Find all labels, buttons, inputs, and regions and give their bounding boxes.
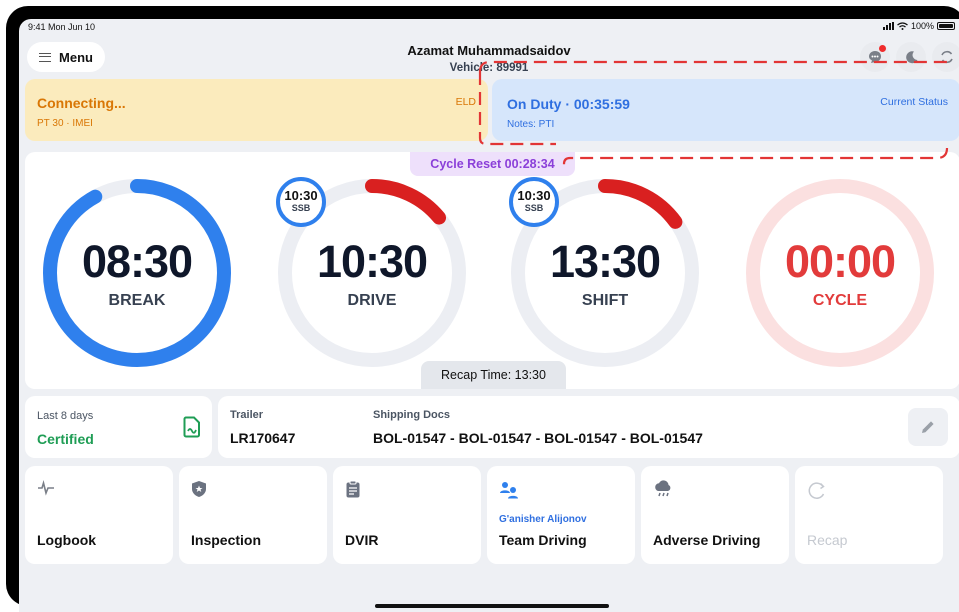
cycle-label: CYCLE [812,292,868,309]
eld-status-card[interactable]: Connecting... PT 30 · IMEI ELD [25,79,488,141]
signal-icon [882,22,894,30]
tile-adverse-driving[interactable]: Adverse Driving [641,466,789,564]
team-icon [500,482,518,499]
eld-connection-status: Connecting... [37,95,126,111]
break-value: 08:30 [81,236,193,287]
drive-value: 10:30 [316,236,428,287]
battery-percent: 100% [910,21,934,31]
trailer-value: LR170647 [230,430,296,446]
recap-icon [808,482,825,499]
shift-ssb-badge: 10:30 SSB [509,177,559,227]
drive-ssb-badge: 10:30 SSB [276,177,326,227]
shift-value: 13:30 [549,236,661,287]
trip-info-card: Trailer LR170647 Shipping Docs BOL-01547… [218,396,959,458]
certified-document-icon [183,416,200,438]
shift-gauge[interactable]: 10:30 SSB 13:30 SHIFT [508,176,702,370]
shift-ssb-label: SSB [524,203,544,213]
tile-logbook[interactable]: Logbook [25,466,173,564]
certification-status: Certified [37,431,94,447]
menu-label: Menu [59,49,93,65]
eld-tag: ELD [455,96,476,108]
tile-team-driving-label: Team Driving [499,532,587,548]
home-indicator[interactable] [375,604,609,608]
drive-gauge[interactable]: 10:30 SSB 10:30 DRIVE [275,176,469,370]
break-gauge[interactable]: 08:30 BREAK [40,176,234,370]
recap-time-badge: Recap Time: 13:30 [421,361,566,389]
tile-inspection-label: Inspection [191,532,262,548]
team-driver-name: G'anisher Alijonov [499,514,587,525]
shift-label: SHIFT [581,292,629,309]
trailer-label: Trailer [230,409,264,421]
certification-card[interactable]: Last 8 days Certified [25,396,212,458]
clipboard-icon [346,480,360,498]
drive-ssb-label: SSB [291,203,311,213]
edit-trip-button[interactable] [908,408,948,446]
status-time: 9:41 Mon Jun 10 [28,22,96,32]
shipping-docs-label: Shipping Docs [373,409,450,421]
status-bar: 9:41 Mon Jun 10 100% [19,19,959,35]
menu-button[interactable]: Menu [27,42,105,72]
highlight-box [478,60,949,168]
certification-period: Last 8 days [37,410,94,422]
drive-label: DRIVE [347,292,397,309]
hamburger-icon [39,52,52,62]
pencil-icon [922,421,934,433]
tile-recap-label: Recap [807,532,848,548]
hos-clocks-panel: Cycle Reset 00:28:34 08:30 BREAK 10:30 S… [25,152,959,389]
tile-dvir[interactable]: DVIR [333,466,481,564]
notification-dot [879,45,886,52]
battery-icon [937,22,955,30]
tile-inspection[interactable]: Inspection [179,466,327,564]
shift-ssb-value: 10:30 [517,188,551,203]
tile-team-driving[interactable]: G'anisher Alijonov Team Driving [487,466,635,564]
tile-adverse-driving-label: Adverse Driving [653,532,761,548]
wifi-icon [897,22,908,30]
tile-logbook-label: Logbook [37,532,97,548]
driver-name: Azamat Muhammadsaidov [407,43,571,58]
system-indicators: 100% [882,21,955,31]
tile-dvir-label: DVIR [345,532,379,548]
drive-ssb-value: 10:30 [284,188,318,203]
cycle-value: 00:00 [784,236,896,287]
weather-icon [655,480,671,497]
tile-recap[interactable]: Recap [795,466,943,564]
shipping-docs-value: BOL-01547 - BOL-01547 - BOL-01547 - BOL-… [373,430,703,446]
break-label: BREAK [108,292,166,309]
shield-icon [192,481,206,497]
pulse-icon [38,480,54,496]
eld-device-info: PT 30 · IMEI [37,118,93,129]
cycle-gauge[interactable]: 00:00 CYCLE [743,176,937,370]
